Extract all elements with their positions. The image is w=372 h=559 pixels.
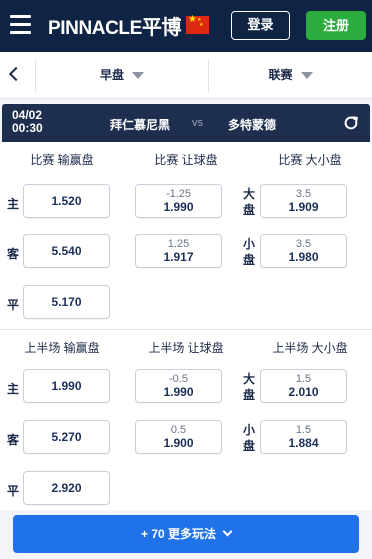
pinnacle-logo[interactable]: PINNACLE平博 <box>48 11 182 40</box>
register-button[interactable]: 注册 <box>306 11 366 40</box>
first-half-section: 上半场 输赢盘 上半场 让球盘 上半场 大小盘 主 1.990 客 5.270 … <box>0 330 372 510</box>
col-header-totals: 比赛 大小盘 <box>278 153 342 167</box>
col-header-handicap: 上半场 让球盘 <box>148 341 224 355</box>
odds-button[interactable]: 1.25 1.917 <box>135 234 222 268</box>
match-header: 04/02 00:30 拜仁慕尼黑 vs 多特蒙德 <box>2 104 370 142</box>
caret-down-icon <box>132 72 144 80</box>
odds-button[interactable]: 1.520 <box>23 184 110 218</box>
col-header-handicap: 比赛 让球盘 <box>154 153 218 167</box>
odds-button[interactable]: 1.5 1.884 <box>260 420 347 454</box>
odds-button[interactable]: 3.5 1.909 <box>260 184 347 218</box>
chevron-down-icon <box>222 526 233 537</box>
col-header-moneyline: 上半场 输赢盘 <box>24 341 100 355</box>
away-team: 多特蒙德 <box>228 118 277 132</box>
odds-button[interactable]: 5.270 <box>23 420 110 454</box>
under-label: 小盘 <box>242 423 255 453</box>
odds-button[interactable]: -0.5 1.990 <box>135 369 222 403</box>
section-header: 上半场 输赢盘 上半场 让球盘 上半场 大小盘 <box>0 330 372 362</box>
odds-button[interactable]: -1.25 1.990 <box>135 184 222 218</box>
section-header: 比赛 输赢盘 比赛 让球盘 比赛 大小盘 <box>0 142 372 174</box>
top-bar: PINNACLE平博 ★ ★ ★ 登录 注册 <box>0 0 372 52</box>
away-label: 客 <box>7 247 20 261</box>
caret-down-icon <box>300 72 313 80</box>
over-label: 大盘 <box>242 187 255 217</box>
under-label: 小盘 <box>242 237 255 267</box>
league-dropdown[interactable]: 联赛 <box>209 52 372 98</box>
more-markets-button[interactable]: + 70 更多玩法 <box>13 515 359 553</box>
odds-button[interactable]: 1.5 2.010 <box>260 369 347 403</box>
vs-label: vs <box>192 117 203 129</box>
match-time: 00:30 <box>12 121 43 135</box>
back-chevron-icon[interactable] <box>0 52 34 98</box>
more-markets-label: + 70 更多玩法 <box>140 527 217 541</box>
draw-label: 平 <box>7 298 20 312</box>
draw-label: 平 <box>7 484 20 498</box>
away-label: 客 <box>7 433 20 447</box>
col-header-moneyline: 比赛 输赢盘 <box>30 153 94 167</box>
odds-button[interactable]: 3.5 1.980 <box>260 234 347 268</box>
refresh-icon[interactable] <box>342 114 360 132</box>
col-header-totals: 上半场 大小盘 <box>272 341 348 355</box>
odds-button[interactable]: 5.540 <box>23 234 110 268</box>
over-label: 大盘 <box>242 372 255 402</box>
odds-button[interactable]: 1.990 <box>23 369 110 403</box>
home-team: 拜仁慕尼黑 <box>110 118 171 132</box>
hamburger-menu-icon[interactable] <box>10 15 31 35</box>
home-label: 主 <box>7 197 20 211</box>
match-datetime: 04/02 00:30 <box>12 109 43 135</box>
odds-button[interactable]: 5.170 <box>23 285 110 319</box>
china-flag-icon[interactable]: ★ ★ ★ <box>186 14 209 34</box>
market-type-dropdown[interactable]: 早盘 <box>36 52 208 98</box>
filter-bar: 早盘 联赛 <box>0 52 372 99</box>
odds-button[interactable]: 2.920 <box>23 471 110 505</box>
home-label: 主 <box>7 382 20 396</box>
odds-button[interactable]: 0.5 1.900 <box>135 420 222 454</box>
full-time-section: 比赛 输赢盘 比赛 让球盘 比赛 大小盘 主 1.520 客 5.540 平 5… <box>0 142 372 329</box>
login-button[interactable]: 登录 <box>231 11 290 40</box>
